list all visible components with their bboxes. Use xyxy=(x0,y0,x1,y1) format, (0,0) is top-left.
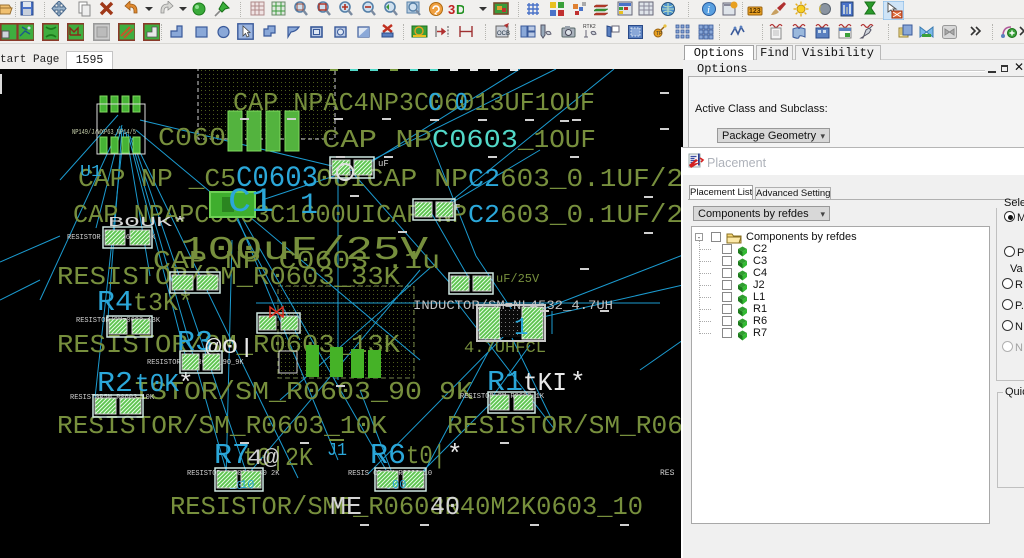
svg-text:C2: C2 xyxy=(468,164,500,194)
svg-text:C2: C2 xyxy=(468,200,500,230)
svg-text:uF: uF xyxy=(378,159,389,169)
svg-text:C1: C1 xyxy=(228,184,274,222)
svg-text:B0UK*: B0UK* xyxy=(108,215,188,231)
svg-text:123: 123 xyxy=(749,8,761,15)
svg-text:1: 1 xyxy=(514,315,528,342)
svg-text:R6: R6 xyxy=(370,439,406,472)
svg-text:C0603: C0603 xyxy=(432,125,518,155)
svg-text:00: 00 xyxy=(392,478,406,492)
svg-text:_1OUF: _1OUF xyxy=(517,125,596,155)
svg-text:RES: RES xyxy=(660,469,675,478)
svg-text:RESISTOR/SM_R06: RESISTOR/SM_R06 xyxy=(447,411,683,441)
svg-text:603_0.1UF/2: 603_0.1UF/2 xyxy=(500,200,683,230)
svg-text:40: 40 xyxy=(430,492,460,522)
svg-text:C 0: C 0 xyxy=(428,88,468,118)
svg-text:NP149/J/WXP63_NP14/5: NP149/J/WXP63_NP14/5 xyxy=(72,129,136,137)
svg-text:TP: TP xyxy=(656,31,663,37)
svg-text:i: i xyxy=(707,4,710,16)
svg-text:RTK2: RTK2 xyxy=(583,24,596,30)
svg-text:uF/25V: uF/25V xyxy=(496,272,540,286)
svg-text:*: * xyxy=(447,440,463,470)
svg-text:*: * xyxy=(570,368,586,398)
svg-text:F: F xyxy=(455,203,460,213)
svg-text:U1: U1 xyxy=(80,163,102,182)
svg-text:ME: ME xyxy=(330,492,362,522)
svg-text:J1: J1 xyxy=(327,441,347,461)
svg-text:R4: R4 xyxy=(97,286,133,319)
svg-text:t0|: t0| xyxy=(406,441,446,471)
svg-text:D: D xyxy=(456,2,464,17)
svg-text:3: 3 xyxy=(448,2,455,17)
svg-text:C060: C060 xyxy=(158,123,226,153)
svg-text:RESISTOR/SME_R0603R40M2K0603_1: RESISTOR/SME_R0603R40M2K0603_10 xyxy=(170,492,643,522)
svg-text:CAP NP: CAP NP xyxy=(322,125,432,155)
svg-text:RESISTOR/SM_R0603_10K: RESISTOR/SM_R0603_10K xyxy=(57,411,387,441)
svg-text:1: 1 xyxy=(300,189,318,223)
svg-text:603_0.1UF/2: 603_0.1UF/2 xyxy=(500,164,683,194)
svg-text:10: 10 xyxy=(240,478,254,492)
svg-text:OCB: OCB xyxy=(497,31,510,37)
